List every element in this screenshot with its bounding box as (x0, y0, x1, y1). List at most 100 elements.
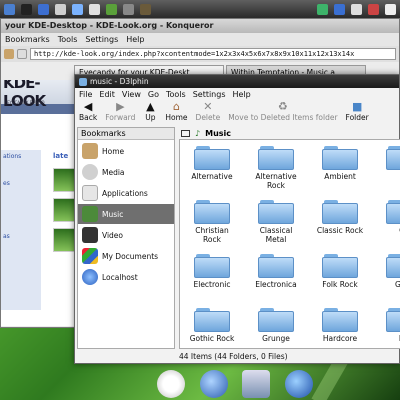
clock-icon[interactable] (157, 370, 186, 398)
music-note-icon: ♪ (195, 128, 201, 138)
folder-item[interactable]: Ambient (308, 140, 372, 194)
folder-item[interactable]: Grunge (244, 302, 308, 348)
home-icon[interactable] (4, 49, 14, 59)
folder-label: GaraR (395, 280, 400, 298)
folder-label: Classic Rock (316, 226, 364, 235)
sidebar-link[interactable]: es (1, 177, 41, 190)
camera-icon[interactable] (123, 3, 134, 15)
mail-icon[interactable] (55, 3, 66, 15)
folder-item[interactable]: Alternative (180, 140, 244, 194)
place-label: Video (102, 230, 124, 240)
back-button[interactable]: ◀ Back (79, 101, 97, 123)
folder-icon (194, 308, 230, 332)
folder-item[interactable]: Hardcore (308, 302, 372, 348)
dolphin-window: music - D3lphin File Edit View Go Tools … (74, 74, 400, 364)
folder-item[interactable]: GaraR (372, 248, 400, 302)
place-music[interactable]: Music (78, 204, 174, 224)
folder-item[interactable]: Folk Rock (308, 248, 372, 302)
folder-icon (322, 200, 358, 224)
delete-button[interactable]: ✕ Delete (195, 100, 221, 123)
bluetooth-tray-icon[interactable] (334, 3, 345, 15)
wallpaper-thumbnail[interactable] (53, 198, 75, 222)
media-icon (82, 164, 98, 180)
chat-icon[interactable] (72, 3, 83, 15)
place-media[interactable]: Media (78, 162, 174, 182)
wallpaper-thumbnail[interactable] (53, 168, 75, 192)
network-tray-icon[interactable] (317, 3, 328, 15)
move-to-trash-button[interactable]: ♻ Move to Deleted Items folder (228, 101, 337, 123)
breadcrumb-music[interactable]: Music (205, 129, 231, 138)
browser-icon[interactable] (199, 370, 228, 398)
file-manager-icon[interactable] (242, 370, 271, 398)
konqueror-title: your KDE-Desktop - KDE-Look.org - Konque… (1, 19, 399, 33)
place-home[interactable]: Home (78, 141, 174, 161)
browser-icon[interactable] (38, 3, 49, 15)
dolphin-titlebar[interactable]: music - D3lphin (75, 75, 399, 88)
menu-edit[interactable]: Edit (99, 88, 115, 101)
folder-item[interactable]: Ho (372, 302, 400, 348)
folder-item[interactable]: Gothic Rock (180, 302, 244, 348)
dolphin-title: music - D3lphin (90, 77, 149, 86)
folder-item[interactable]: Classical Metal (244, 194, 308, 248)
place-label: My Documents (102, 251, 159, 261)
place-my-documents[interactable]: My Documents (78, 246, 174, 266)
latest-heading: late (53, 152, 69, 160)
place-localhost[interactable]: Localhost (78, 267, 174, 287)
home-button[interactable]: ⌂ Home (165, 100, 187, 123)
up-arrow-icon: ▲ (146, 100, 155, 113)
sidebar-link[interactable]: ations (1, 150, 41, 163)
folder-item[interactable]: Bl (372, 140, 400, 194)
up-button[interactable]: ▲ Up (143, 100, 157, 123)
folder-item[interactable]: Christian Rock (180, 194, 244, 248)
home-icon (82, 143, 98, 159)
terminal-icon[interactable] (21, 3, 32, 15)
folder-item[interactable]: Alternative Rock (244, 140, 308, 194)
gimp-icon[interactable] (140, 3, 151, 15)
folder-icon (322, 254, 358, 278)
toolbar-label: Up (145, 113, 156, 122)
kde-look-page: KDE-LOOK EYECANDY FOR YO ations es as la… (1, 80, 75, 326)
new-folder-button[interactable]: ■ Folder (345, 101, 369, 123)
folder-item[interactable]: Electronica (244, 248, 308, 302)
wallpaper-thumbnail[interactable] (53, 228, 75, 252)
place-label: Localhost (102, 272, 138, 282)
clipboard-tray-icon[interactable] (368, 3, 379, 15)
folder-icon (258, 146, 294, 170)
menu-help[interactable]: Help (126, 33, 144, 46)
folder-item[interactable]: Co (372, 194, 400, 248)
menu-tools[interactable]: Tools (58, 33, 78, 46)
kmenu-icon[interactable] (4, 3, 15, 15)
place-applications[interactable]: Applications (78, 183, 174, 203)
url-input[interactable]: http://kde-look.org/index.php?xcontentmo… (30, 48, 396, 60)
volume-tray-icon[interactable] (351, 3, 362, 15)
network-icon[interactable] (284, 370, 313, 398)
forward-arrow-icon: ▶ (116, 100, 125, 113)
applications-icon (82, 185, 98, 201)
forward-button[interactable]: ▶ Forward (105, 100, 135, 123)
folder-icon (322, 146, 358, 170)
network-icon (82, 269, 98, 285)
folder-item[interactable]: Classic Rock (308, 194, 372, 248)
folder-icon (258, 200, 294, 224)
folder-label: Ambient (324, 172, 356, 181)
folder-label: Folk Rock (322, 280, 358, 289)
view-toggle-icon[interactable] (181, 129, 190, 137)
media-player-icon[interactable] (106, 3, 117, 15)
menu-bookmarks[interactable]: Bookmarks (5, 33, 50, 46)
latest-thumbnails (53, 168, 75, 258)
page-icon (17, 49, 27, 59)
delete-icon: ✕ (203, 100, 213, 113)
sidebar-link[interactable]: as (1, 230, 41, 243)
menu-help[interactable]: Help (233, 88, 251, 101)
home-icon: ⌂ (172, 100, 180, 113)
settings-icon[interactable] (89, 3, 100, 15)
folder-icon (386, 254, 400, 278)
folder-label: Alternative Rock (255, 172, 297, 190)
kde-look-logo[interactable]: KDE-LOOK (3, 80, 75, 110)
menu-settings[interactable]: Settings (85, 33, 118, 46)
user-tray-icon[interactable] (385, 3, 396, 15)
toolbar-label: Folder (345, 113, 369, 122)
place-video[interactable]: Video (78, 225, 174, 245)
folder-item[interactable]: Electronic (180, 248, 244, 302)
toolbar-label: Delete (195, 113, 221, 122)
